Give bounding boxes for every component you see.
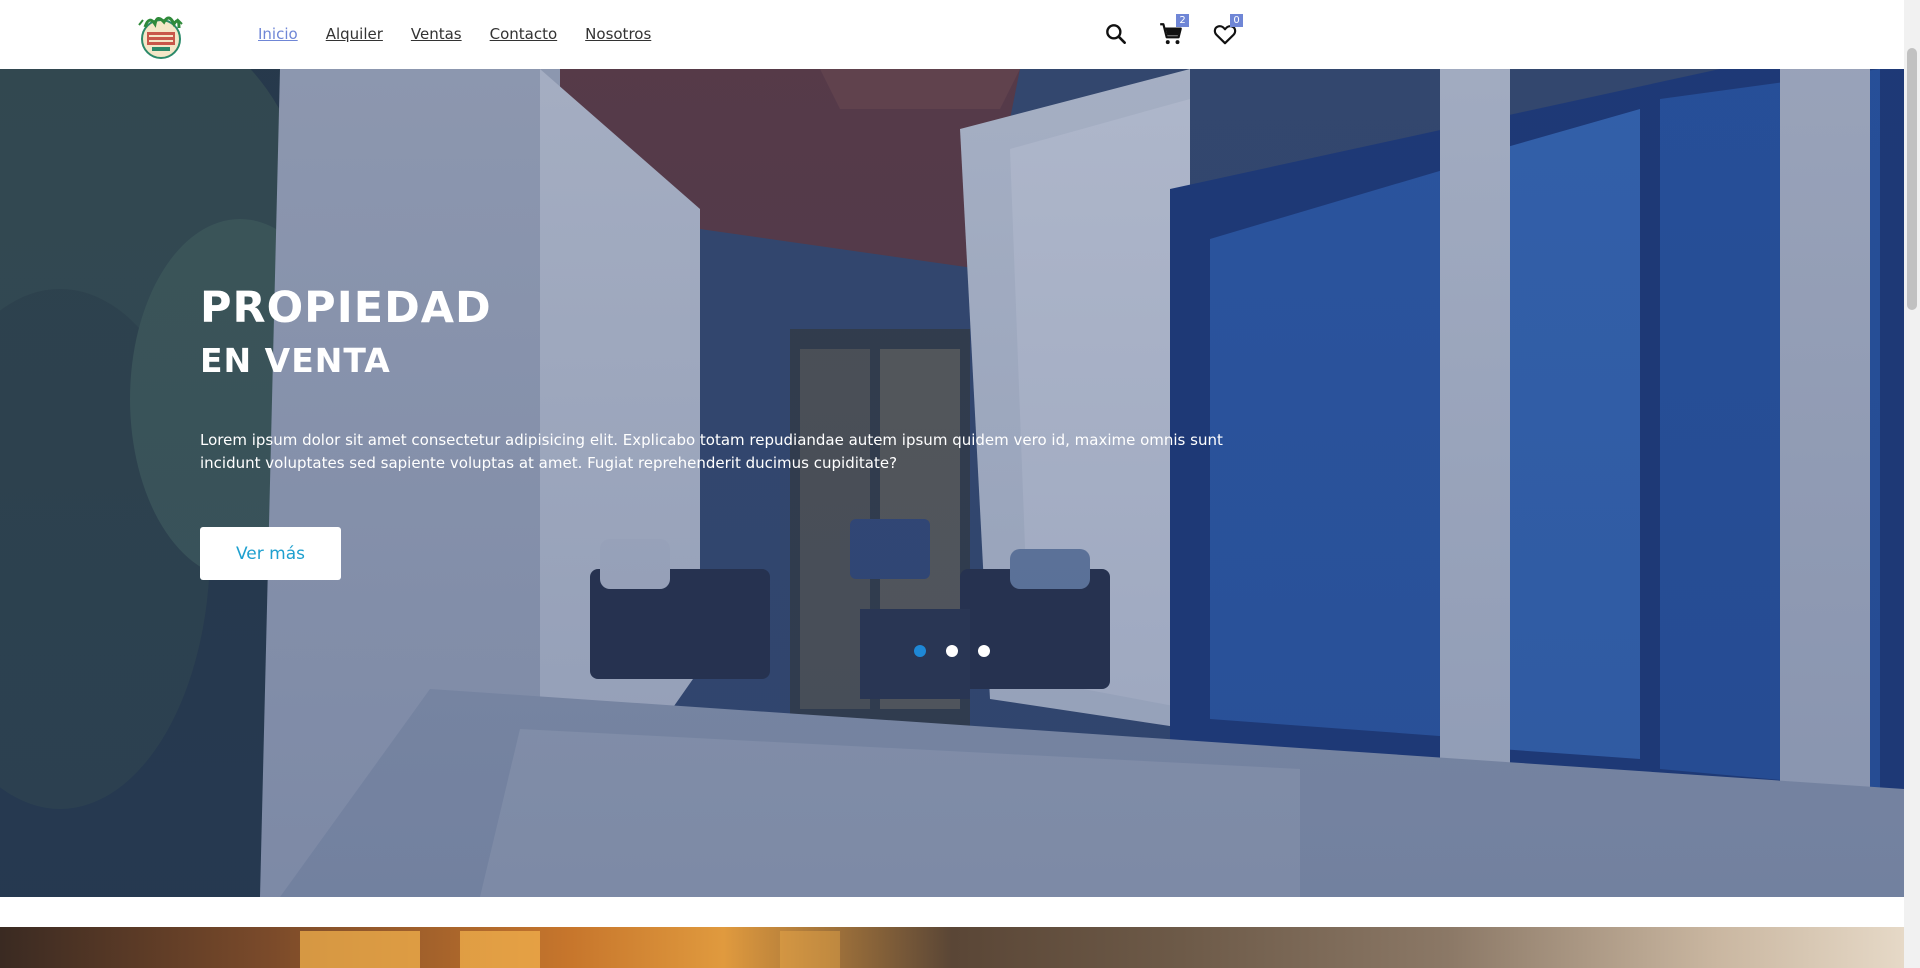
next-section-image — [0, 927, 1904, 968]
cart-count-badge: 2 — [1176, 14, 1189, 27]
favorites-button[interactable]: 0 — [1209, 14, 1243, 50]
slider-dots — [914, 645, 990, 657]
nav-inicio[interactable]: Inicio — [258, 24, 298, 44]
site-logo[interactable] — [133, 11, 188, 59]
favorites-count-badge: 0 — [1230, 14, 1243, 27]
hero-description: Lorem ipsum dolor sit amet consectetur a… — [200, 431, 1223, 472]
scrollbar-thumb[interactable] — [1907, 48, 1917, 310]
search-button[interactable] — [1100, 18, 1132, 50]
page-scrollbar[interactable] — [1904, 0, 1920, 968]
cart-button[interactable]: 2 — [1155, 14, 1189, 50]
nav-contacto[interactable]: Contacto — [490, 24, 558, 44]
palm-logo-icon — [138, 16, 183, 59]
nav-alquiler[interactable]: Alquiler — [326, 24, 383, 44]
window-light — [780, 931, 840, 968]
ver-mas-button[interactable]: Ver más — [200, 527, 341, 580]
hero-subtitle: EN VENTA — [200, 341, 391, 380]
slide-dot-3[interactable] — [978, 645, 990, 657]
hero-title: PROPIEDAD — [200, 283, 492, 333]
hero-overlay — [0, 69, 1904, 897]
nav-nosotros[interactable]: Nosotros — [585, 24, 651, 44]
main-nav: Inicio Alquiler Ventas Contacto Nosotros — [258, 24, 651, 44]
slide-dot-1[interactable] — [914, 645, 926, 657]
slide-dot-2[interactable] — [946, 645, 958, 657]
hero-slider: PROPIEDAD EN VENTA Lorem ipsum dolor sit… — [0, 69, 1904, 897]
window-light — [300, 931, 420, 968]
search-icon — [1106, 24, 1126, 44]
site-header: Inicio Alquiler Ventas Contacto Nosotros… — [0, 0, 1904, 69]
nav-ventas[interactable]: Ventas — [411, 24, 462, 44]
window-light — [460, 931, 540, 968]
